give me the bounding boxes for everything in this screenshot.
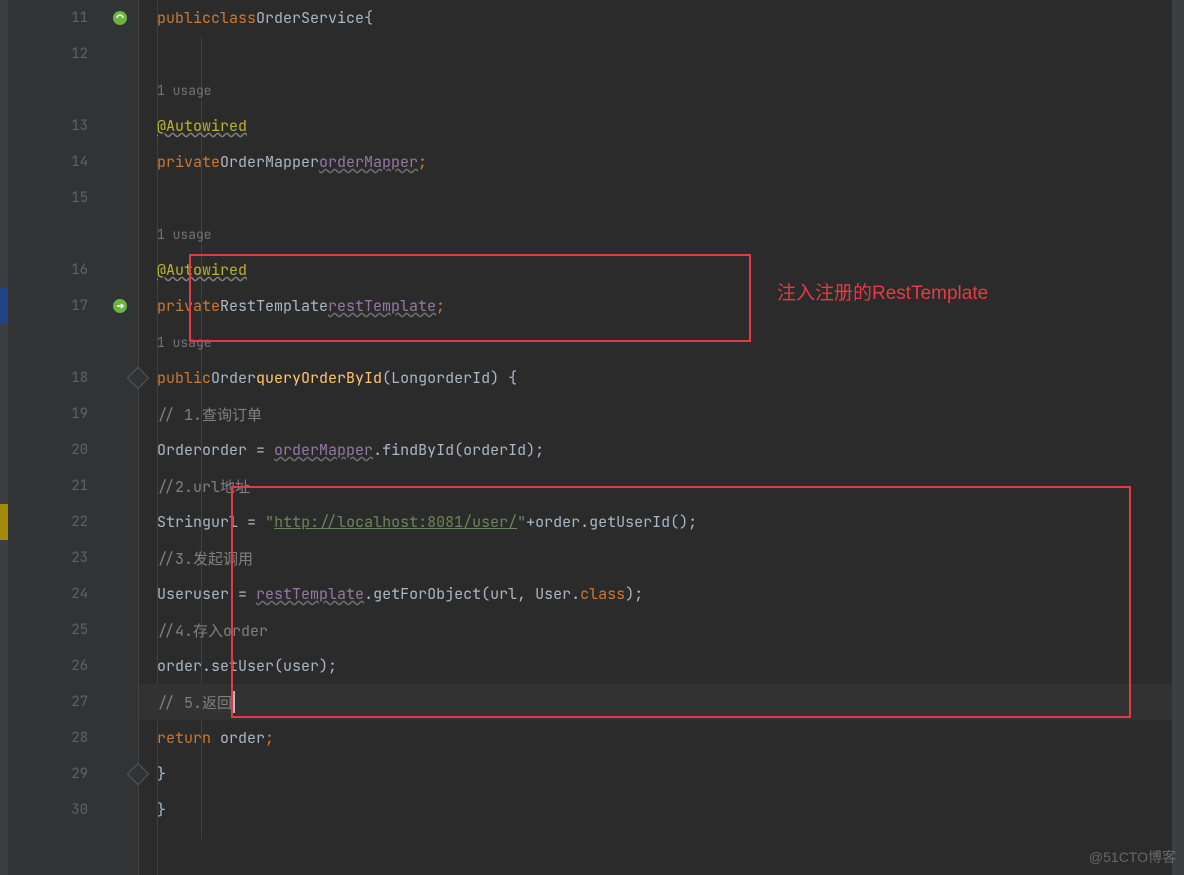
code-line[interactable]: public class OrderService { bbox=[139, 0, 1184, 36]
gutter[interactable]: 11 12 13 14 15 16 17 18 19 20 21 22 23 2… bbox=[8, 0, 139, 875]
code-line[interactable]: } bbox=[139, 792, 1184, 828]
code-line[interactable] bbox=[139, 180, 1184, 216]
line-number[interactable]: 12 bbox=[8, 36, 138, 72]
spring-bean-icon[interactable] bbox=[110, 8, 130, 28]
vertical-scrollbar[interactable] bbox=[1172, 0, 1184, 875]
code-line[interactable]: private RestTemplate restTemplate; bbox=[139, 288, 1184, 324]
line-number[interactable]: 18 bbox=[8, 360, 138, 396]
annotation-text: 注入注册的RestTemplate bbox=[777, 278, 988, 305]
code-line[interactable]: } bbox=[139, 756, 1184, 792]
code-line[interactable]: String url = "http://localhost:8081/user… bbox=[139, 504, 1184, 540]
line-number[interactable]: 11 bbox=[8, 0, 138, 36]
code-line[interactable]: @Autowired bbox=[139, 252, 1184, 288]
code-line[interactable]: // 1.查询订单 bbox=[139, 396, 1184, 432]
code-line[interactable]: Order order = orderMapper.findById(order… bbox=[139, 432, 1184, 468]
line-number[interactable]: 13 bbox=[8, 108, 138, 144]
code-line[interactable]: //3.发起调用 bbox=[139, 540, 1184, 576]
marker-stripe bbox=[0, 0, 8, 875]
line-number[interactable]: 27 bbox=[8, 684, 138, 720]
line-number[interactable] bbox=[8, 72, 138, 108]
line-number[interactable]: 28 bbox=[8, 720, 138, 756]
text-caret bbox=[233, 691, 235, 713]
watermark: @51CTO博客 bbox=[1089, 847, 1176, 867]
usage-hint: 1 usage bbox=[139, 72, 1184, 108]
line-number[interactable] bbox=[8, 324, 138, 360]
usage-hint: 1 usage bbox=[139, 324, 1184, 360]
code-line[interactable]: return order; bbox=[139, 720, 1184, 756]
navigate-bean-icon[interactable] bbox=[110, 296, 130, 316]
code-line[interactable]: // 5.返回 bbox=[139, 684, 1184, 720]
usage-hint: 1 usage bbox=[139, 216, 1184, 252]
line-number[interactable] bbox=[8, 216, 138, 252]
code-area[interactable]: public class OrderService { 1 usage @Aut… bbox=[139, 0, 1184, 875]
code-line[interactable]: User user = restTemplate.getForObject(ur… bbox=[139, 576, 1184, 612]
code-line[interactable]: order.setUser(user); bbox=[139, 648, 1184, 684]
code-line[interactable] bbox=[139, 36, 1184, 72]
line-number[interactable]: 16 bbox=[8, 252, 138, 288]
line-number[interactable]: 24 bbox=[8, 576, 138, 612]
line-number[interactable]: 22 bbox=[8, 504, 138, 540]
code-line[interactable]: private OrderMapper orderMapper; bbox=[139, 144, 1184, 180]
code-editor[interactable]: 11 12 13 14 15 16 17 18 19 20 21 22 23 2… bbox=[0, 0, 1184, 875]
line-number[interactable]: 23 bbox=[8, 540, 138, 576]
line-number[interactable]: 25 bbox=[8, 612, 138, 648]
line-number[interactable]: 21 bbox=[8, 468, 138, 504]
line-number[interactable]: 29 bbox=[8, 756, 138, 792]
code-line[interactable]: public Order queryOrderById(Long orderId… bbox=[139, 360, 1184, 396]
line-number[interactable]: 14 bbox=[8, 144, 138, 180]
code-line[interactable]: @Autowired bbox=[139, 108, 1184, 144]
line-number[interactable]: 17 bbox=[8, 288, 138, 324]
line-number[interactable]: 26 bbox=[8, 648, 138, 684]
code-line[interactable]: //4.存入order bbox=[139, 612, 1184, 648]
line-number[interactable]: 19 bbox=[8, 396, 138, 432]
line-number[interactable]: 20 bbox=[8, 432, 138, 468]
line-number[interactable]: 30 bbox=[8, 792, 138, 828]
code-line[interactable]: //2.url地址 bbox=[139, 468, 1184, 504]
line-number[interactable]: 15 bbox=[8, 180, 138, 216]
